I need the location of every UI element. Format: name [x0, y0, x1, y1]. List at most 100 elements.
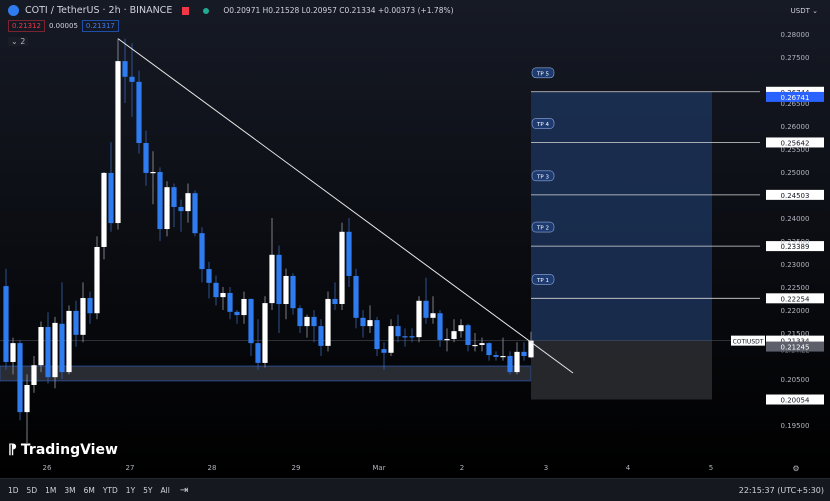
candle[interactable]	[339, 222, 345, 310]
range-ytd[interactable]: YTD	[99, 486, 122, 495]
x-tick-label: 29	[292, 464, 301, 472]
candle-body	[269, 254, 275, 304]
y-tick-label: 0.22000	[781, 307, 810, 315]
sell-button[interactable]: 0.21312	[8, 20, 45, 32]
candle[interactable]	[164, 181, 170, 237]
tv-logo-icon: ⁋	[8, 442, 17, 458]
range-5d[interactable]: 5D	[23, 486, 42, 495]
candle[interactable]	[262, 296, 268, 368]
candle-body	[332, 298, 338, 305]
y-tick-label: 0.28000	[781, 31, 810, 39]
candle-body	[80, 298, 86, 335]
candle-body	[521, 351, 527, 356]
candle-body	[514, 351, 520, 373]
candle-body	[493, 355, 499, 357]
candle[interactable]	[115, 38, 121, 230]
candle-body	[129, 76, 135, 82]
candle-body	[367, 320, 373, 327]
candle-body	[178, 206, 184, 212]
candle-body	[353, 275, 359, 318]
clock[interactable]: 22:15:37 (UTC+5:30)	[739, 486, 824, 495]
candle-body	[157, 172, 163, 230]
candle-body	[45, 327, 51, 378]
x-tick-label: 3	[544, 464, 548, 472]
tradingview-logo: ⁋ TradingView	[8, 442, 118, 458]
coti-logo-icon	[8, 5, 19, 16]
candle-body	[185, 193, 191, 212]
support-zone[interactable]	[0, 365, 532, 382]
buy-button[interactable]: 0.21317	[81, 20, 119, 32]
symbol-header: COTI / TetherUS · 2h · BINANCE O0.20971 …	[8, 5, 454, 16]
range-6m[interactable]: 6M	[80, 486, 99, 495]
candle-body	[227, 292, 233, 312]
candle-body	[136, 81, 142, 144]
candle-body	[311, 316, 317, 327]
range-all[interactable]: All	[157, 486, 174, 495]
candle[interactable]	[136, 70, 142, 154]
flag-icon[interactable]	[182, 6, 190, 15]
spread: 0.00005	[48, 22, 78, 30]
range-1d[interactable]: 1D	[4, 486, 23, 495]
candle-body	[213, 282, 219, 298]
range-5y[interactable]: 5Y	[139, 486, 156, 495]
target-price: 0.26741	[781, 94, 810, 102]
candle[interactable]	[94, 236, 100, 320]
candle-body	[59, 323, 65, 373]
candle[interactable]	[325, 291, 331, 352]
candle-body	[444, 338, 450, 341]
candle-body	[381, 349, 387, 353]
candle-body	[290, 275, 296, 309]
candle-body	[164, 187, 170, 230]
candle-body	[402, 336, 408, 338]
candle-body	[472, 344, 478, 347]
candle-body	[31, 365, 37, 385]
candle-body	[220, 292, 226, 298]
candle-body	[297, 308, 303, 327]
candle-body	[3, 286, 9, 362]
candle-body	[115, 61, 121, 224]
candle[interactable]	[66, 305, 72, 375]
candle-body	[374, 320, 380, 350]
indicators-toggle[interactable]: ⌄ 2	[8, 37, 29, 46]
candle-body	[248, 298, 254, 344]
stop-zone[interactable]	[531, 340, 712, 400]
y-tick-label: 0.22500	[781, 284, 810, 292]
candle-body	[171, 187, 177, 207]
y-tick-label: 0.24000	[781, 215, 810, 223]
candle-body	[283, 275, 289, 305]
candle-body	[430, 313, 436, 318]
candlestick-chart[interactable]: TP 10.22254TP 20.23389TP 30.24503TP 40.2…	[0, 0, 830, 478]
candle-body	[101, 172, 107, 247]
candle-body	[52, 322, 58, 378]
candle-body	[304, 316, 310, 327]
open-level-price: 0.21245	[781, 344, 810, 352]
y-tick-label: 0.23500	[781, 238, 810, 246]
candle-body	[192, 193, 198, 234]
candle[interactable]	[192, 190, 198, 237]
candle[interactable]	[416, 296, 422, 343]
candle-body	[500, 356, 506, 358]
candle-body	[458, 325, 464, 332]
candle-body	[395, 326, 401, 337]
target-zone[interactable]	[531, 91, 712, 341]
candle-body	[10, 343, 16, 362]
market-open-icon	[203, 7, 210, 14]
x-tick-label: 4	[626, 464, 631, 472]
range-1m[interactable]: 1M	[41, 486, 60, 495]
goto-date-icon[interactable]: ⇥	[180, 485, 188, 496]
candle-body	[150, 172, 156, 174]
candle[interactable]	[38, 321, 44, 373]
candle[interactable]	[17, 339, 23, 421]
symbol-title[interactable]: COTI / TetherUS · 2h · BINANCE	[25, 5, 172, 16]
x-tick-label: 26	[43, 464, 52, 472]
range-3m[interactable]: 3M	[60, 486, 79, 495]
candle-body	[17, 343, 23, 413]
candle[interactable]	[101, 172, 107, 260]
currency-selector[interactable]: USDT ⌄	[787, 5, 822, 17]
candle-body	[143, 143, 149, 173]
range-1y[interactable]: 1Y	[122, 486, 139, 495]
y-tick-label: 0.26000	[781, 123, 810, 131]
candle-body	[66, 310, 72, 373]
candle-body	[87, 298, 93, 314]
y-tick-label: 0.25000	[781, 169, 810, 177]
